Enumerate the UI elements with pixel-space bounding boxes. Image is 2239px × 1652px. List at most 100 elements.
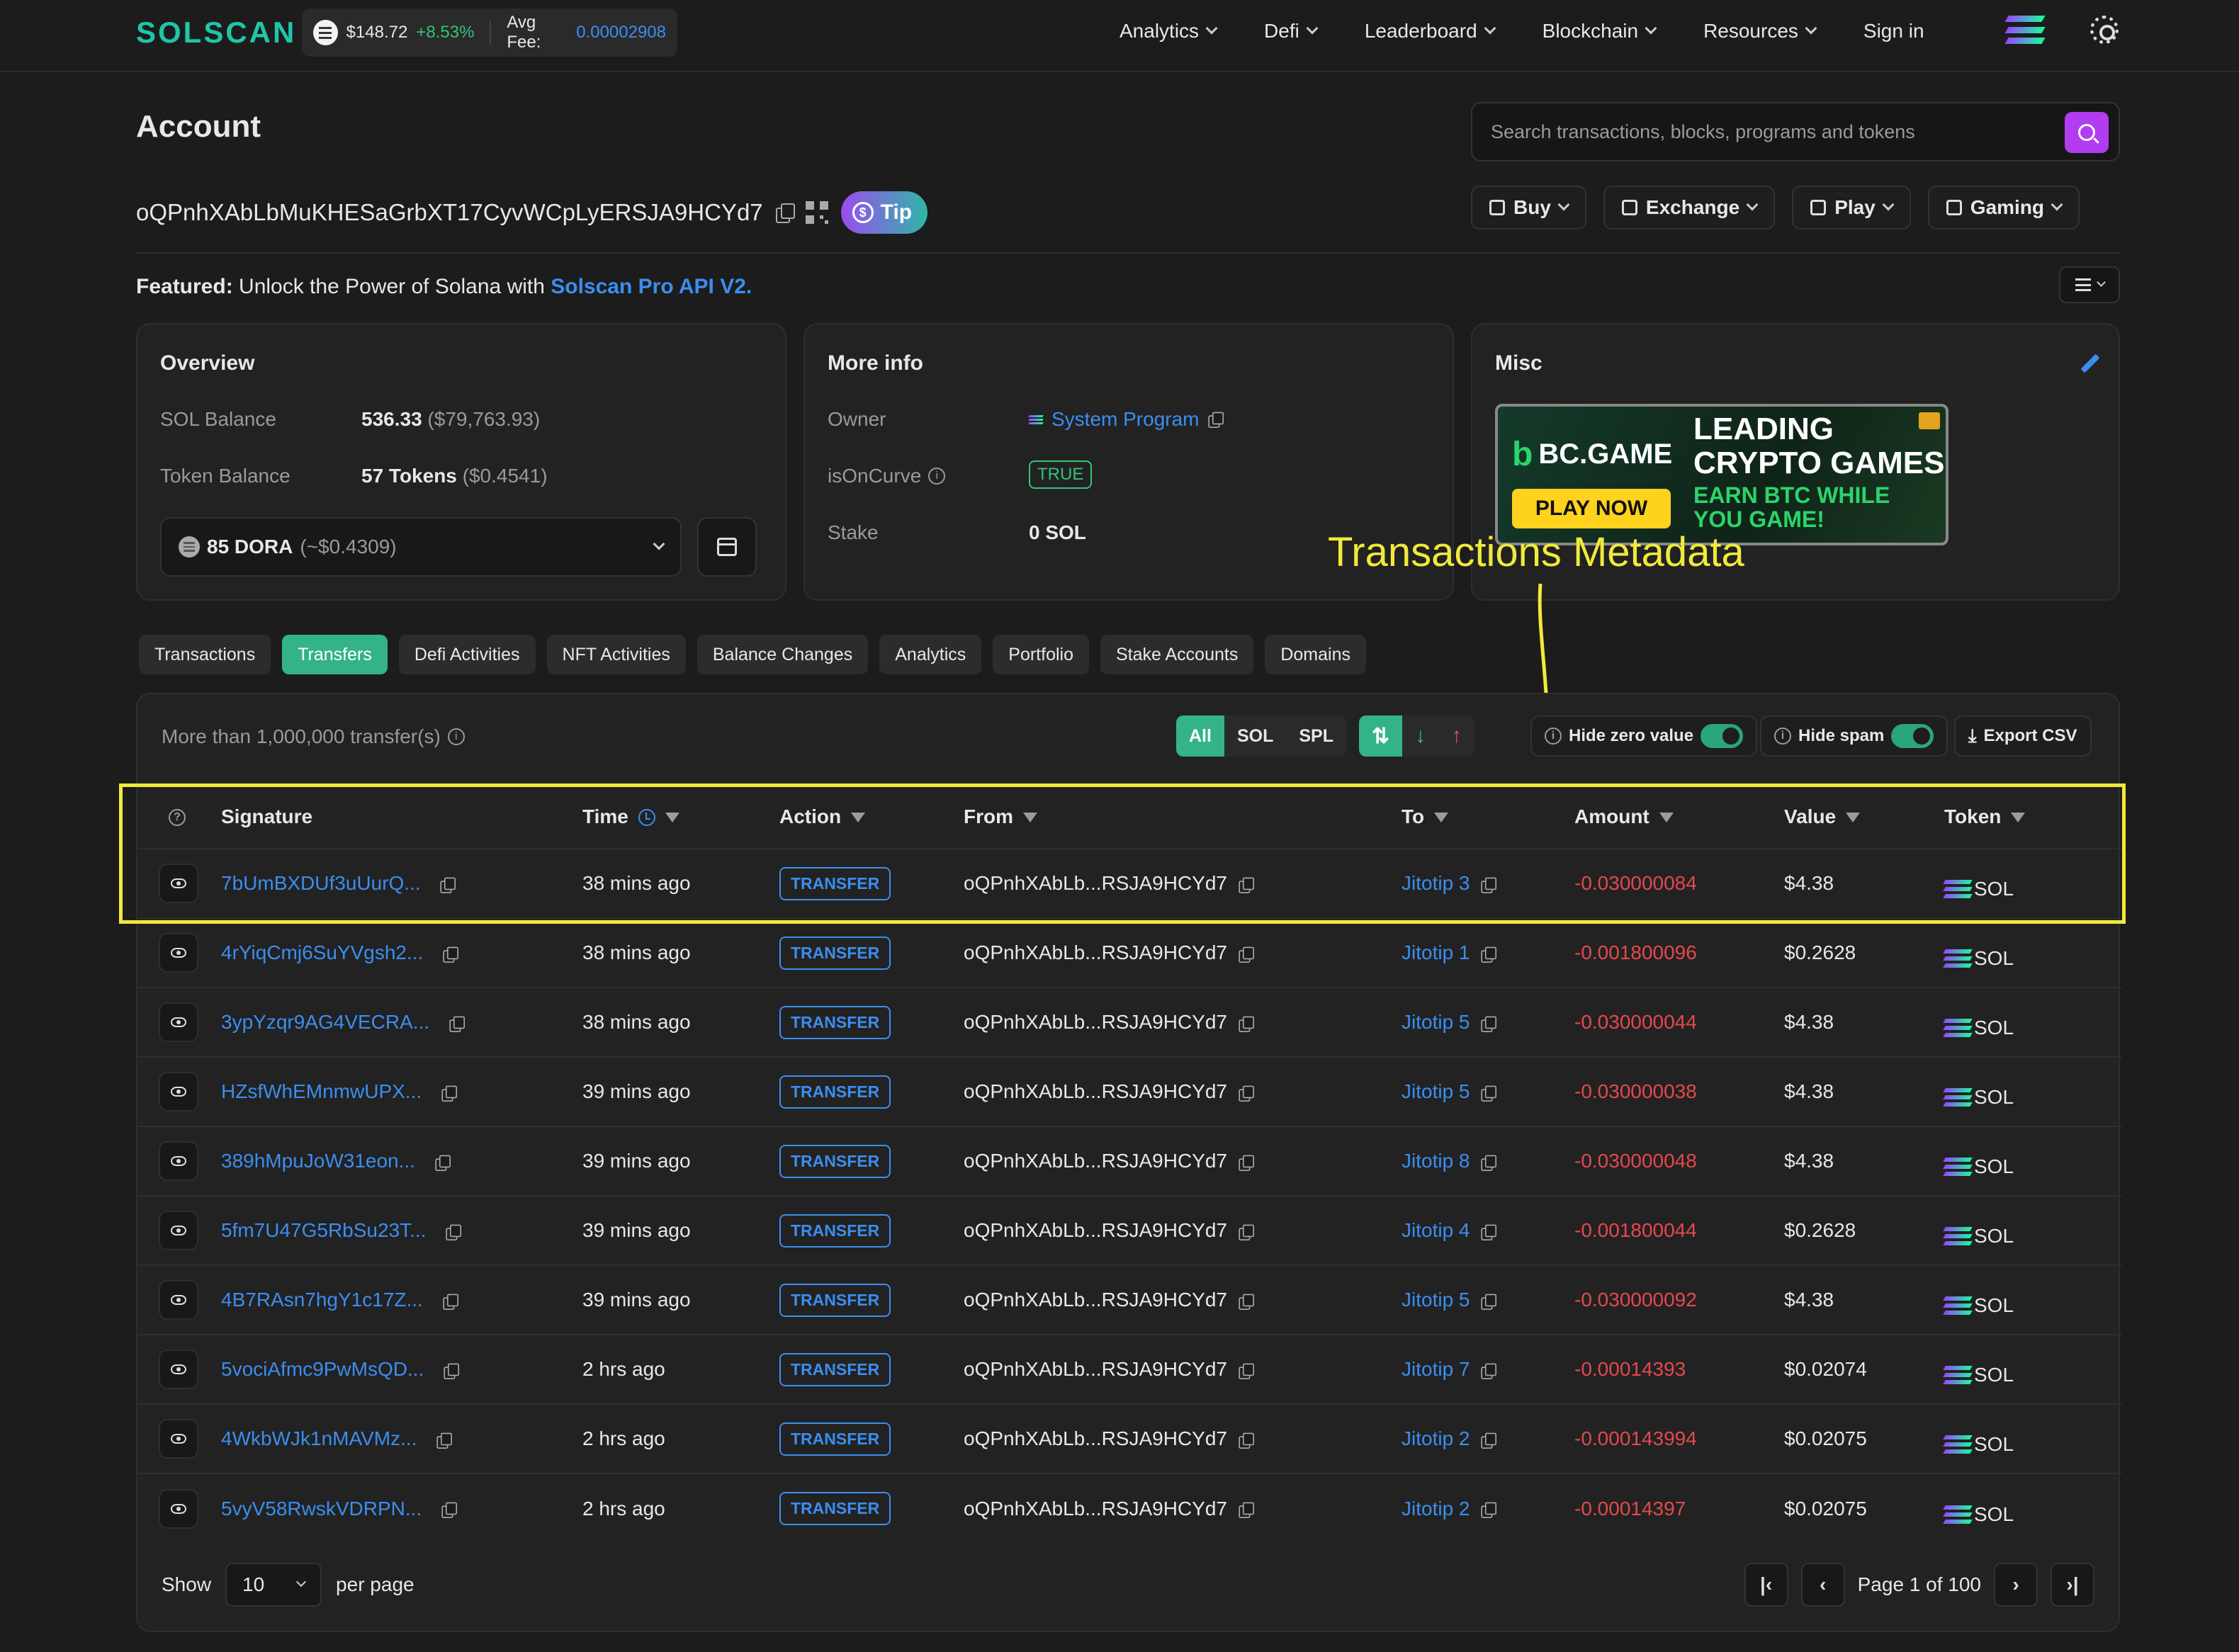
to-address-link[interactable]: Jitotip 5 <box>1402 1080 1470 1102</box>
tab-balance-changes[interactable]: Balance Changes <box>696 635 869 674</box>
to-address-link[interactable]: Jitotip 4 <box>1402 1219 1470 1241</box>
info-icon[interactable]: i <box>447 728 465 745</box>
filter-spl[interactable]: SPL <box>1286 715 1346 757</box>
play-button[interactable]: Play <box>1792 186 1911 230</box>
from-address[interactable]: oQPnhXAbLb...RSJA9HCYd7 <box>964 941 1227 963</box>
hide-spam-toggle[interactable]: i Hide spam <box>1760 715 1948 757</box>
token-link[interactable]: SOL <box>1943 1503 2014 1526</box>
nav-defi[interactable]: Defi <box>1264 20 1319 43</box>
signature-link[interactable]: 5vociAfmc9PwMsQD... <box>221 1358 424 1380</box>
copy-icon[interactable] <box>1481 1502 1497 1519</box>
copy-icon[interactable] <box>1239 1016 1254 1032</box>
copy-icon[interactable] <box>1481 1294 1497 1310</box>
ad-play-button[interactable]: PLAY NOW <box>1512 489 1671 528</box>
copy-icon[interactable] <box>443 946 459 963</box>
from-address[interactable]: oQPnhXAbLb...RSJA9HCYd7 <box>964 1080 1227 1102</box>
view-details-button[interactable] <box>159 1280 198 1320</box>
view-details-button[interactable] <box>159 1072 198 1111</box>
prev-page-button[interactable]: ‹ <box>1800 1563 1845 1607</box>
wallet-button[interactable] <box>697 517 757 577</box>
tab-transactions[interactable]: Transactions <box>139 635 271 674</box>
to-address-link[interactable]: Jitotip 1 <box>1402 941 1470 963</box>
copy-icon[interactable] <box>1207 412 1224 429</box>
signature-link[interactable]: 5fm7U47G5RbSu23T... <box>221 1219 427 1241</box>
to-address-link[interactable]: Jitotip 5 <box>1402 1289 1470 1311</box>
token-link[interactable]: SOL <box>1943 1086 2014 1109</box>
to-address-link[interactable]: Jitotip 2 <box>1402 1498 1470 1520</box>
ad-close-icon[interactable] <box>1919 412 1940 429</box>
copy-icon[interactable] <box>436 1432 453 1449</box>
incoming-arrow-icon[interactable]: ↓ <box>1402 715 1438 757</box>
copy-icon[interactable] <box>1481 1432 1497 1449</box>
copy-icon[interactable] <box>443 1294 458 1310</box>
view-details-button[interactable] <box>159 1419 198 1459</box>
edit-icon[interactable] <box>2080 353 2100 373</box>
nav-leaderboard[interactable]: Leaderboard <box>1365 20 1496 43</box>
hide-zero-toggle[interactable]: i Hide zero value <box>1530 715 1758 757</box>
signature-link[interactable]: 4WkbWJk1nMAVMz... <box>221 1427 417 1449</box>
copy-icon[interactable] <box>1239 1155 1254 1171</box>
copy-icon[interactable] <box>444 1363 460 1379</box>
from-address[interactable]: oQPnhXAbLb...RSJA9HCYd7 <box>964 1498 1227 1520</box>
view-details-button[interactable] <box>159 1350 198 1389</box>
copy-icon[interactable] <box>1239 1224 1254 1240</box>
qr-code-icon[interactable] <box>805 201 828 224</box>
copy-icon[interactable] <box>1481 1363 1497 1379</box>
token-link[interactable]: SOL <box>1943 947 2014 970</box>
token-link[interactable]: SOL <box>1943 1364 2014 1386</box>
token-dropdown[interactable]: 85 DORA (~$0.4309) <box>160 517 682 577</box>
signature-link[interactable]: 4rYiqCmj6SuYVgsh2... <box>221 941 423 963</box>
tab-nft-activities[interactable]: NFT Activities <box>546 635 686 674</box>
token-link[interactable]: SOL <box>1943 1433 2014 1456</box>
signature-link[interactable]: HZsfWhEMnmwUPX... <box>221 1080 422 1102</box>
token-link[interactable]: SOL <box>1943 1294 2014 1317</box>
outgoing-arrow-icon[interactable]: ↑ <box>1438 715 1474 757</box>
view-details-button[interactable] <box>159 933 198 973</box>
from-address[interactable]: oQPnhXAbLb...RSJA9HCYd7 <box>964 1219 1227 1241</box>
list-view-toggle[interactable] <box>2059 266 2120 303</box>
ad-banner[interactable]: b BC.GAME LEADING CRYPTO GAMES EARN BTC WH… <box>1495 404 1948 545</box>
copy-icon[interactable] <box>1239 946 1254 963</box>
view-details-button[interactable] <box>159 1141 198 1181</box>
to-address-link[interactable]: Jitotip 7 <box>1402 1358 1470 1380</box>
to-address-link[interactable]: Jitotip 8 <box>1402 1150 1470 1172</box>
gear-icon[interactable] <box>2090 16 2119 44</box>
from-address[interactable]: oQPnhXAbLb...RSJA9HCYd7 <box>964 1011 1227 1033</box>
to-address-link[interactable]: Jitotip 2 <box>1402 1427 1470 1449</box>
copy-icon[interactable] <box>441 1085 457 1102</box>
copy-icon[interactable] <box>1481 1155 1497 1171</box>
copy-icon[interactable] <box>1239 1432 1254 1449</box>
nav-resources[interactable]: Resources <box>1703 20 1817 43</box>
filter-all[interactable]: All <box>1176 715 1224 757</box>
copy-icon[interactable] <box>441 1502 457 1519</box>
search-button[interactable] <box>2065 112 2109 153</box>
copy-icon[interactable] <box>1239 1085 1254 1102</box>
signature-link[interactable]: 389hMpuJoW31eon... <box>221 1150 415 1172</box>
signature-link[interactable]: 4B7RAsn7hgY1c17Z... <box>221 1289 423 1311</box>
tab-portfolio[interactable]: Portfolio <box>993 635 1089 674</box>
tab-defi-activities[interactable]: Defi Activities <box>398 635 536 674</box>
filter-sol[interactable]: SOL <box>1224 715 1286 757</box>
copy-icon[interactable] <box>775 203 795 223</box>
copy-icon[interactable] <box>1239 1502 1254 1519</box>
to-address-link[interactable]: Jitotip 5 <box>1402 1011 1470 1033</box>
view-details-button[interactable] <box>159 1488 198 1529</box>
sign-in-link[interactable]: Sign in <box>1863 20 1924 43</box>
copy-icon[interactable] <box>1481 1085 1497 1102</box>
buy-button[interactable]: Buy <box>1471 186 1586 230</box>
owner-link[interactable]: System Program <box>1051 408 1200 431</box>
copy-icon[interactable] <box>1239 1363 1254 1379</box>
tab-transfers[interactable]: Transfers <box>282 635 388 674</box>
copy-icon[interactable] <box>435 1155 451 1171</box>
next-page-button[interactable]: › <box>1994 1563 2038 1607</box>
first-page-button[interactable]: |‹ <box>1744 1563 1788 1607</box>
token-link[interactable]: SOL <box>1943 1155 2014 1178</box>
tab-analytics[interactable]: Analytics <box>879 635 982 674</box>
copy-icon[interactable] <box>446 1224 462 1240</box>
featured-link[interactable]: Solscan Pro API V2. <box>551 275 752 298</box>
copy-icon[interactable] <box>1481 1016 1497 1032</box>
hide-zero-switch[interactable] <box>1701 724 1744 748</box>
tip-button[interactable]: $ Tip <box>840 191 928 234</box>
solana-network-icon[interactable] <box>2004 16 2046 44</box>
copy-icon[interactable] <box>1239 1294 1254 1310</box>
